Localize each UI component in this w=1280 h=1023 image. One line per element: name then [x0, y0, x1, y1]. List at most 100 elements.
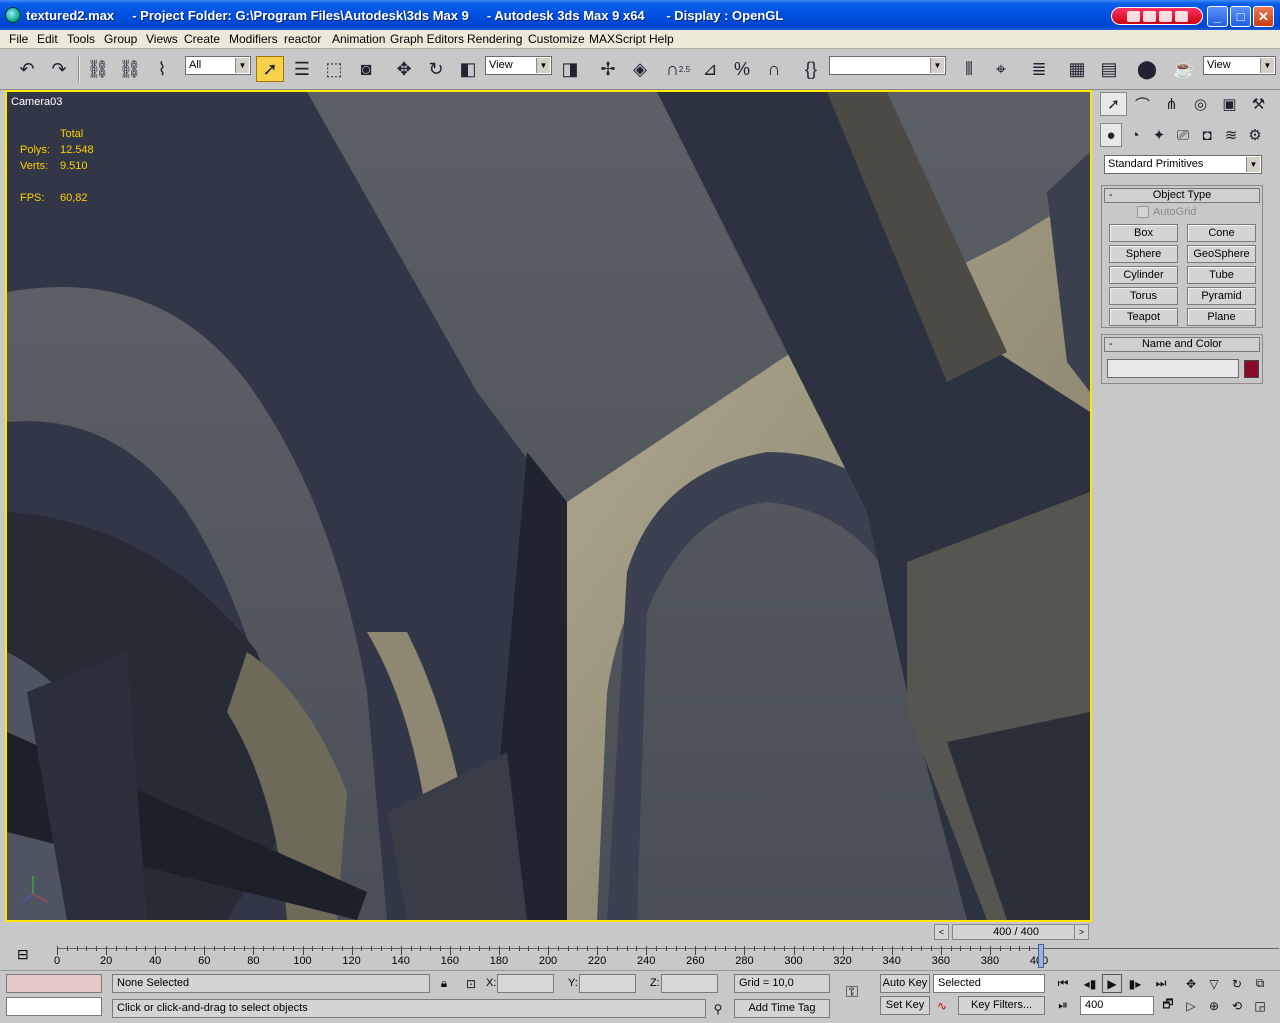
- plane-button[interactable]: Plane: [1187, 308, 1256, 326]
- bind-space-warp-icon[interactable]: ⌇: [148, 56, 176, 82]
- maxscript-listener-pink[interactable]: [6, 974, 102, 993]
- mirror-icon[interactable]: ⫴: [955, 56, 983, 82]
- minimize-button[interactable]: _: [1207, 6, 1228, 27]
- truck-camera-icon[interactable]: ▷: [1181, 996, 1201, 1015]
- lights-icon[interactable]: ✦: [1148, 123, 1170, 147]
- menu-maxscript[interactable]: MAXScript: [589, 32, 646, 46]
- menu-group[interactable]: Group: [104, 32, 137, 46]
- select-and-link-icon[interactable]: ⛓: [84, 56, 112, 82]
- orbit-camera-icon[interactable]: ↻: [1227, 974, 1247, 993]
- utilities-tab-icon[interactable]: ⚒: [1245, 92, 1272, 116]
- cylinder-button[interactable]: Cylinder: [1109, 266, 1178, 284]
- close-button[interactable]: ✕: [1253, 6, 1274, 27]
- menu-tools[interactable]: Tools: [67, 32, 95, 46]
- menu-customize[interactable]: Customize: [528, 32, 585, 46]
- select-and-move-icon[interactable]: ✥: [390, 56, 418, 82]
- add-time-tag-button[interactable]: Add Time Tag: [734, 999, 830, 1018]
- unlink-icon[interactable]: ⛓: [116, 56, 144, 82]
- helpers-icon[interactable]: ◘: [1196, 123, 1218, 147]
- track-bar[interactable]: ⊟ 0 20 40 60 80 100 120 140 160 180 200 220 240 260 28…: [5, 942, 1279, 970]
- next-frame-icon[interactable]: ▮▸: [1125, 974, 1145, 993]
- maxscript-listener-white[interactable]: [6, 997, 102, 1016]
- key-icon[interactable]: ⚿: [842, 983, 862, 1002]
- named-selection-sets-dropdown[interactable]: ▼: [829, 56, 946, 75]
- motion-tab-icon[interactable]: ◎: [1187, 92, 1214, 116]
- menu-create[interactable]: Create: [184, 32, 220, 46]
- box-button[interactable]: Box: [1109, 224, 1178, 242]
- open-mini-curve-editor-icon[interactable]: ⊟: [17, 946, 29, 963]
- auto-key-button[interactable]: Auto Key: [880, 974, 930, 993]
- shapes-icon[interactable]: ◔: [1124, 123, 1146, 147]
- render-scene-icon[interactable]: ☕: [1170, 56, 1198, 82]
- x-coordinate-input[interactable]: [497, 974, 554, 993]
- keyboard-shortcut-override-icon[interactable]: ◈: [626, 56, 654, 82]
- undo-icon[interactable]: ↶: [13, 56, 41, 82]
- z-coordinate-input[interactable]: [661, 974, 718, 993]
- hierarchy-tab-icon[interactable]: ⋔: [1158, 92, 1185, 116]
- teapot-button[interactable]: Teapot: [1109, 308, 1178, 326]
- time-slider-thumb[interactable]: 400 / 400: [952, 924, 1080, 940]
- previous-frame-icon[interactable]: ◂▮: [1080, 974, 1100, 993]
- menu-reactor[interactable]: reactor: [284, 32, 321, 46]
- render-viewport-dropdown[interactable]: View ▼: [1203, 56, 1276, 75]
- tube-button[interactable]: Tube: [1187, 266, 1256, 284]
- maximize-viewport-icon[interactable]: ⧉: [1250, 974, 1270, 993]
- name-and-color-header[interactable]: - Name and Color: [1104, 337, 1260, 352]
- cone-button[interactable]: Cone: [1187, 224, 1256, 242]
- lock-selection-icon[interactable]: 🔒︎: [434, 974, 454, 993]
- menu-help[interactable]: Help: [649, 32, 674, 46]
- key-filters-button[interactable]: Key Filters...: [958, 996, 1045, 1015]
- pin-icon[interactable]: ⚲: [708, 999, 728, 1018]
- min-max-toggle-icon[interactable]: ◲: [1250, 996, 1270, 1015]
- menu-views[interactable]: Views: [146, 32, 178, 46]
- redo-icon[interactable]: ↷: [45, 56, 73, 82]
- rectangular-selection-icon[interactable]: ⬚: [320, 56, 348, 82]
- primitive-category-dropdown[interactable]: Standard Primitives ▼: [1104, 155, 1262, 174]
- time-slider-next-button[interactable]: >: [1074, 924, 1089, 940]
- percent-snap-icon[interactable]: %: [728, 56, 756, 82]
- torus-button[interactable]: Torus: [1109, 287, 1178, 305]
- material-editor-icon[interactable]: ⬤: [1133, 56, 1161, 82]
- layer-manager-icon[interactable]: ≣: [1025, 56, 1053, 82]
- object-color-swatch[interactable]: [1244, 360, 1259, 378]
- y-coordinate-input[interactable]: [579, 974, 636, 993]
- systems-icon[interactable]: ⚙: [1244, 123, 1266, 147]
- snaps-toggle-icon[interactable]: ∩ 2.5: [664, 56, 692, 82]
- time-configuration-icon[interactable]: 🗗︎: [1158, 996, 1178, 1015]
- field-of-view-icon[interactable]: ▽: [1204, 974, 1224, 993]
- create-tab-icon[interactable]: ➚: [1100, 92, 1127, 116]
- menu-animation[interactable]: Animation: [332, 32, 385, 46]
- curve-editor-icon[interactable]: ▦: [1063, 56, 1091, 82]
- current-frame-input[interactable]: 400: [1080, 996, 1154, 1015]
- viewport-label[interactable]: Camera03: [11, 96, 62, 108]
- menu-edit[interactable]: Edit: [37, 32, 58, 46]
- roll-camera-icon[interactable]: ⟲: [1227, 996, 1247, 1015]
- key-mode-toggle-icon[interactable]: ⏯: [1053, 996, 1073, 1015]
- go-to-start-icon[interactable]: ⏮: [1053, 974, 1073, 993]
- time-slider[interactable]: < 400 / 400 >: [5, 923, 1092, 941]
- select-by-name-icon[interactable]: ☰: [288, 56, 316, 82]
- maximize-button[interactable]: □: [1230, 6, 1251, 27]
- object-type-header[interactable]: - Object Type: [1104, 188, 1260, 203]
- angle-snap-icon[interactable]: ⊿: [696, 56, 724, 82]
- go-to-end-icon[interactable]: ⏭: [1151, 974, 1171, 993]
- current-frame-marker[interactable]: [1038, 944, 1044, 968]
- set-key-button[interactable]: Set Key: [880, 996, 930, 1015]
- window-crossing-icon[interactable]: ◙: [352, 56, 380, 82]
- menu-file[interactable]: File: [9, 32, 28, 46]
- sphere-button[interactable]: Sphere: [1109, 245, 1178, 263]
- geometry-icon[interactable]: ●: [1100, 123, 1122, 147]
- display-tab-icon[interactable]: ▣: [1216, 92, 1243, 116]
- extra-window-controls[interactable]: [1111, 7, 1203, 25]
- space-warps-icon[interactable]: ≋: [1220, 123, 1242, 147]
- cameras-icon[interactable]: ⎚: [1172, 123, 1194, 147]
- spinner-snap-icon[interactable]: ∩: [760, 56, 788, 82]
- default-tangent-icon[interactable]: ∿: [932, 996, 952, 1015]
- dolly-camera-icon[interactable]: ⊕: [1204, 996, 1224, 1015]
- menu-rendering[interactable]: Rendering: [467, 32, 522, 46]
- pan-icon[interactable]: ✥: [1181, 974, 1201, 993]
- autogrid-checkbox[interactable]: AutoGrid: [1137, 206, 1196, 218]
- select-object-icon[interactable]: ➚: [256, 56, 284, 82]
- schematic-view-icon[interactable]: ▤: [1095, 56, 1123, 82]
- reference-coordinate-dropdown[interactable]: View ▼: [485, 56, 552, 75]
